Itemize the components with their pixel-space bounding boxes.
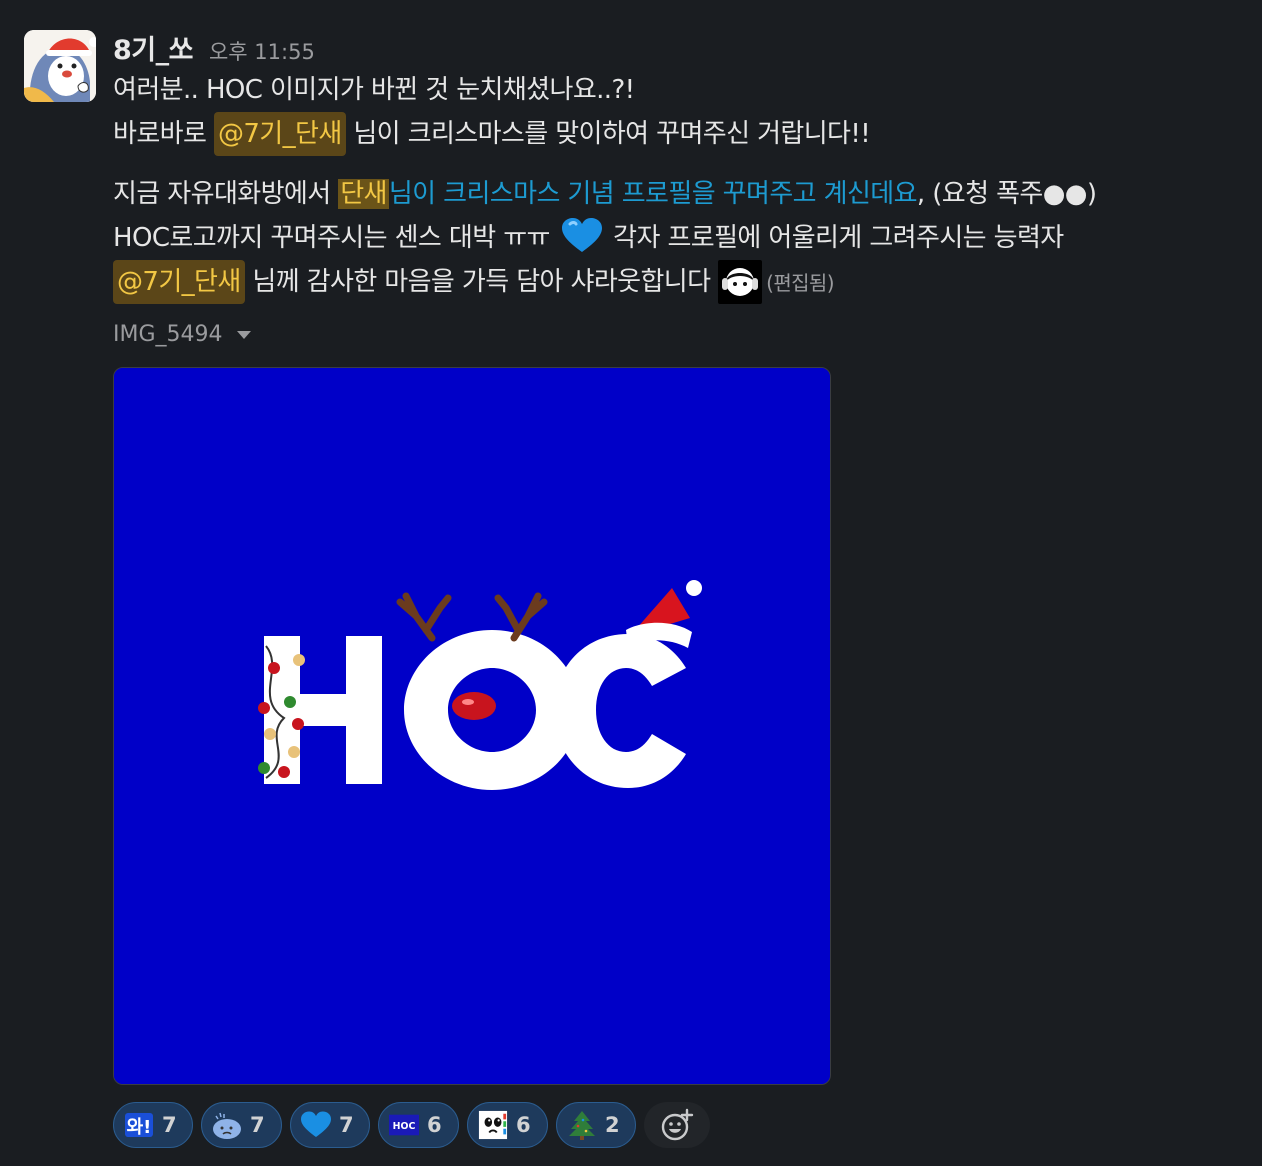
svg-text:와!: 와! [127, 1117, 152, 1138]
edited-label: (편집됨) [766, 270, 834, 295]
hoc-logo-icon: HOC [389, 1110, 419, 1140]
message-text: 님이 크리스마스를 맞이하여 꾸며주신 거랍니다!! [345, 119, 871, 149]
blue-heart-icon [301, 1110, 331, 1140]
message-text: 님께 감사한 마음을 가득 담아 샤라웃합니다 [244, 267, 719, 297]
message-line-1: 여러분.. HOC 이미지가 바뀐 것 눈치채셨나요..?! [113, 75, 635, 105]
girl-headphones-icon [718, 260, 763, 304]
reaction-count: 7 [250, 1113, 265, 1137]
add-reaction-button[interactable] [644, 1102, 710, 1148]
avatar[interactable] [24, 30, 96, 102]
reaction-count: 7 [339, 1113, 354, 1137]
message-text: 바로바로 [113, 119, 214, 149]
sender-name[interactable]: 8기_쏘 [113, 28, 193, 67]
user-mention[interactable]: @7기_단새 [113, 260, 245, 304]
reaction-wa[interactable]: 와! 7 [113, 1102, 193, 1148]
reaction-blue-heart[interactable]: 7 [290, 1102, 370, 1148]
crying-face-icon [478, 1110, 508, 1140]
chevron-down-icon[interactable] [236, 330, 251, 339]
message-text: , (요청 폭주●●) [916, 179, 1097, 209]
message-link[interactable]: 님이 크리스마스 기념 프로필을 꾸며주고 계신데요 [389, 179, 918, 209]
reaction-count: 7 [162, 1113, 177, 1137]
christmas-tree-icon [567, 1110, 597, 1140]
search-highlight: 단새 [338, 179, 389, 209]
reactions-bar: 와! 7 7 7 HOC 6 6 2 [113, 1102, 710, 1148]
sad-blob-icon [212, 1110, 242, 1140]
message-line-2: 바로바로 @7기_단새 님이 크리스마스를 맞이하여 꾸며주신 거랍니다!! [113, 112, 1248, 156]
reaction-count: 6 [427, 1113, 442, 1137]
message-text: HOC로고까지 꾸며주시는 센스 대박 ㅠㅠ [113, 223, 558, 253]
reaction-christmas-tree[interactable]: 2 [556, 1102, 636, 1148]
wa-icon: 와! [124, 1110, 154, 1140]
message-paragraph-2: 지금 자유대화방에서 단새님이 크리스마스 기념 프로필을 꾸며주고 계신데요,… [113, 172, 1248, 304]
user-mention[interactable]: @7기_단새 [213, 112, 346, 156]
reaction-hoc[interactable]: HOC 6 [378, 1102, 459, 1148]
message-text: 각자 프로필에 어울리게 그려주시는 능력자 [605, 223, 1064, 253]
reaction-count: 6 [516, 1113, 531, 1137]
reaction-crying-face[interactable]: 6 [467, 1102, 548, 1148]
attachment-image[interactable] [113, 367, 831, 1085]
attachment-file-name[interactable]: IMG_5494 [113, 322, 223, 347]
add-reaction-icon [661, 1108, 694, 1141]
message-header: 8기_쏘 오후 11:55 [113, 28, 315, 67]
reaction-sad-blob[interactable]: 7 [201, 1102, 282, 1148]
hoc-christmas-logo [114, 368, 830, 1084]
penguin-santa-avatar-icon [24, 30, 96, 102]
svg-text:HOC: HOC [393, 1121, 416, 1132]
message-text: 지금 자유대화방에서 [113, 179, 339, 209]
message-timestamp[interactable]: 오후 11:55 [209, 36, 315, 66]
attachment-title[interactable]: IMG_5494 [113, 322, 251, 347]
reaction-count: 2 [605, 1113, 620, 1137]
